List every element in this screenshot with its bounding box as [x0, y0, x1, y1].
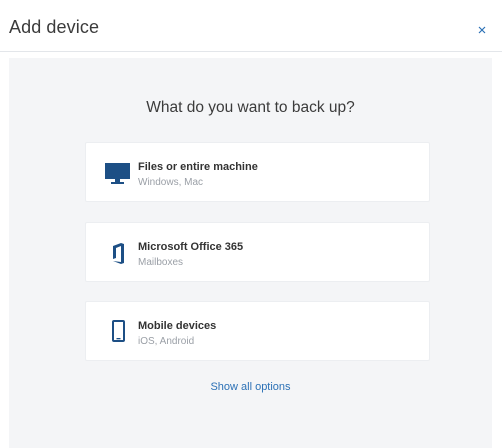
option-subtitle: iOS, Android	[138, 336, 195, 347]
close-button[interactable]	[476, 23, 488, 35]
mobile-phone-icon	[104, 317, 132, 347]
desktop-monitor-icon	[104, 158, 132, 188]
close-icon	[478, 26, 486, 34]
option-files-or-entire-machine[interactable]: Files or entire machine Windows, Mac	[85, 142, 430, 202]
office-365-icon	[104, 238, 132, 268]
option-title: Microsoft Office 365	[138, 241, 244, 253]
dialog-title: Add device	[9, 17, 100, 37]
dialog-body: What do you want to back up? Files or en…	[9, 58, 492, 448]
dialog-header: Add device	[0, 0, 502, 52]
backup-question: What do you want to back up?	[146, 99, 355, 116]
option-title: Files or entire machine	[138, 161, 258, 173]
option-subtitle: Windows, Mac	[138, 177, 204, 188]
option-mobile-devices[interactable]: Mobile devices iOS, Android	[85, 301, 430, 361]
option-title: Mobile devices	[138, 320, 217, 332]
show-all-options-link[interactable]: Show all options	[9, 381, 492, 393]
option-subtitle: Mailboxes	[138, 257, 184, 268]
option-microsoft-office-365[interactable]: Microsoft Office 365 Mailboxes	[85, 222, 430, 282]
